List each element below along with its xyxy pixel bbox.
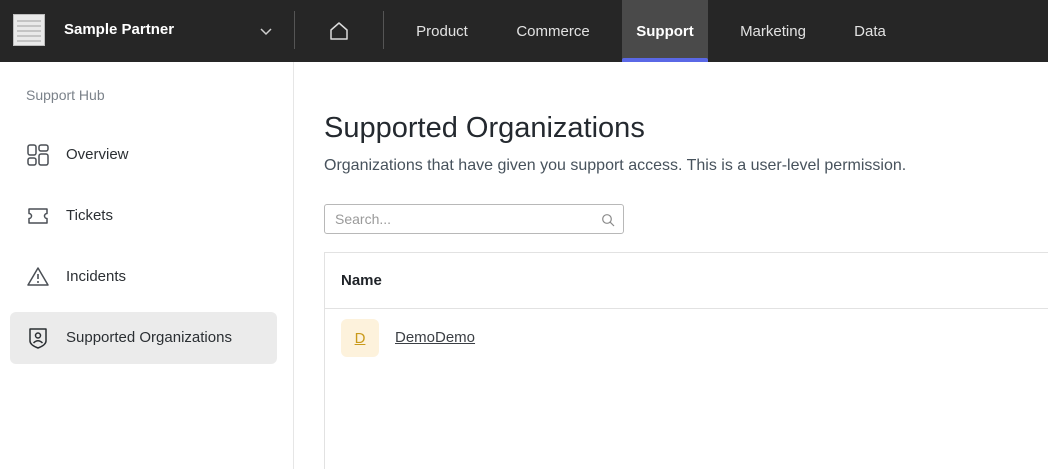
home-icon — [330, 22, 348, 40]
table-header: Name — [325, 253, 1048, 309]
table-row[interactable]: D DemoDemo — [325, 310, 1048, 366]
sidebar-item-label: Supported Organizations — [66, 329, 232, 346]
top-navigation-bar: Sample Partner Product Commerce Support … — [0, 0, 1048, 62]
search-box — [324, 204, 624, 234]
partner-name: Sample Partner — [64, 21, 175, 38]
search-icon[interactable] — [601, 213, 615, 227]
tab-support[interactable]: Support — [622, 0, 708, 62]
partner-switcher[interactable]: Sample Partner — [0, 0, 293, 62]
sidebar-item-label: Tickets — [66, 207, 113, 224]
grid-icon — [27, 144, 49, 166]
sidebar-item-supported-organizations[interactable]: Supported Organizations — [10, 312, 277, 364]
partner-logo — [13, 14, 45, 46]
page-title: Supported Organizations — [324, 112, 645, 144]
page-subtitle: Organizations that have given you suppor… — [324, 157, 907, 174]
tab-data[interactable]: Data — [840, 0, 900, 62]
tab-marketing[interactable]: Marketing — [724, 0, 822, 62]
sidebar-item-incidents[interactable]: Incidents — [10, 251, 277, 303]
warning-icon — [27, 267, 49, 286]
column-header-name[interactable]: Name — [341, 272, 382, 289]
organizations-table: Name D DemoDemo — [324, 252, 1048, 469]
shield-user-icon — [29, 328, 47, 349]
main-content: Supported Organizations Organizations th… — [294, 62, 1048, 469]
org-avatar[interactable]: D — [341, 319, 379, 357]
sidebar: Support Hub Overview Tickets Incidents S… — [0, 62, 294, 469]
sidebar-title: Support Hub — [26, 87, 105, 103]
sidebar-item-tickets[interactable]: Tickets — [10, 190, 277, 242]
nav-divider — [294, 11, 295, 49]
chevron-down-icon — [260, 28, 272, 36]
org-name-link[interactable]: DemoDemo — [395, 329, 475, 346]
search-input[interactable] — [325, 205, 623, 233]
home-button[interactable] — [296, 0, 382, 62]
sidebar-item-label: Incidents — [66, 268, 127, 285]
sidebar-item-overview[interactable]: Overview — [10, 129, 277, 181]
tab-product[interactable]: Product — [400, 0, 484, 62]
nav-divider — [383, 11, 384, 49]
ticket-icon — [28, 208, 48, 224]
sidebar-item-label: Overview — [66, 146, 129, 163]
tab-commerce[interactable]: Commerce — [500, 0, 606, 62]
